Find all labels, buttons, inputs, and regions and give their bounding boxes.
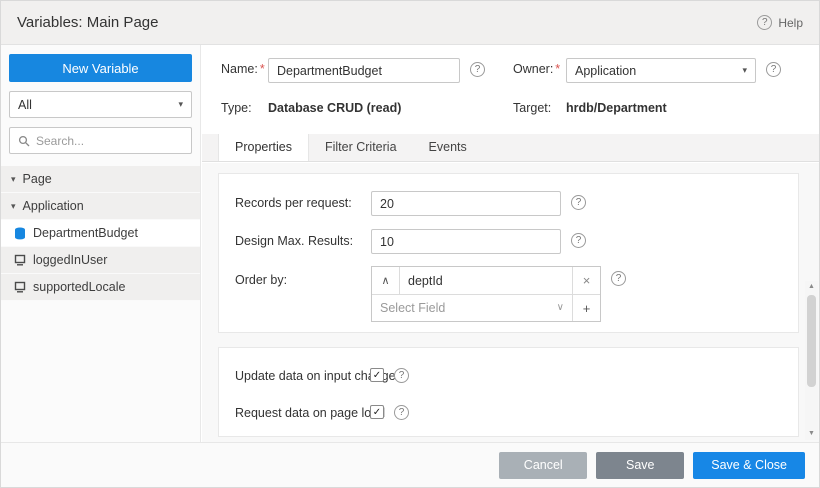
caret-down-icon: ▾: [742, 65, 747, 75]
tab-events[interactable]: Events: [413, 134, 483, 161]
variables-dialog: Variables: Main Page ? Help New Variable…: [0, 0, 820, 488]
variable-icon: [13, 281, 26, 293]
caret-down-icon: ▾: [11, 173, 16, 184]
move-up-button[interactable]: ∧: [372, 267, 400, 294]
tree-item-label: Application: [22, 199, 84, 213]
name-help-icon[interactable]: ?: [470, 62, 485, 77]
flags-card: Update data on input change ✓ ? Request …: [218, 347, 799, 437]
target-value: hrdb/Department: [566, 101, 667, 115]
tree-item-label: DepartmentBudget: [33, 226, 138, 240]
design-max-results-input[interactable]: [371, 229, 561, 254]
order-by-group: ∧ × Select Field ∨ +: [371, 266, 601, 322]
tree-item-label: loggedInUser: [33, 253, 108, 267]
dialog-footer: Cancel Save Save & Close: [1, 442, 819, 487]
help-link[interactable]: ? Help: [757, 15, 803, 30]
design-max-results-label: Design Max. Results:: [235, 234, 354, 248]
scroll-down-icon[interactable]: ▼: [805, 428, 818, 440]
records-per-request-label: Records per request:: [235, 196, 352, 210]
design-help-icon[interactable]: ?: [571, 233, 586, 248]
chevron-down-icon: ∨: [556, 302, 564, 313]
database-variable-icon: [13, 227, 26, 240]
help-label: Help: [778, 15, 803, 30]
variable-editor: Name:* ? Owner:* Application ▾ ? Type: D…: [202, 45, 819, 442]
help-question-icon: ?: [757, 15, 773, 30]
owner-help-icon[interactable]: ?: [766, 62, 781, 77]
target-label: Target:: [513, 101, 552, 115]
request-help-icon[interactable]: ?: [394, 405, 409, 420]
tab-properties[interactable]: Properties: [218, 134, 309, 161]
add-field-button[interactable]: +: [572, 295, 600, 321]
new-variable-button[interactable]: New Variable: [9, 54, 192, 82]
order-by-field-input[interactable]: [400, 267, 572, 294]
variable-filter-value: All: [18, 97, 32, 112]
plus-icon: +: [582, 300, 591, 316]
vertical-scrollbar[interactable]: ▲ ▼: [805, 281, 818, 440]
close-icon: ×: [582, 273, 591, 288]
caret-down-icon: ▾: [11, 200, 16, 211]
sidebar-item-departmentbudget[interactable]: DepartmentBudget: [1, 220, 200, 247]
type-value: Database CRUD (read): [268, 101, 402, 115]
caret-down-icon: ▾: [178, 99, 183, 109]
editor-tabs: Properties Filter Criteria Events: [202, 134, 819, 162]
select-field-placeholder: Select Field: [380, 301, 446, 315]
cancel-button[interactable]: Cancel: [499, 451, 588, 479]
sidebar-item-page[interactable]: ▾ Page: [1, 166, 200, 193]
order-by-help-icon[interactable]: ?: [611, 271, 626, 286]
properties-tab-content: Records per request: ? Design Max. Resul…: [202, 163, 819, 442]
update-help-icon[interactable]: ?: [394, 368, 409, 383]
sidebar-item-application[interactable]: ▾ Application: [1, 193, 200, 220]
type-label: Type:: [221, 101, 252, 115]
check-icon: ✓: [372, 369, 382, 381]
owner-select-value: Application: [575, 63, 637, 78]
save-and-close-button[interactable]: Save & Close: [693, 451, 805, 479]
required-mark: *: [259, 62, 265, 76]
remove-field-button[interactable]: ×: [572, 267, 600, 294]
dialog-header: Variables: Main Page ? Help: [1, 1, 819, 45]
sidebar-item-supportedlocale[interactable]: supportedLocale: [1, 274, 200, 301]
variables-sidebar: New Variable All ▾ ▾ Page ▾ Application: [1, 45, 201, 442]
add-field-row: Select Field ∨ +: [372, 294, 600, 321]
order-by-label: Order by:: [235, 273, 288, 287]
scroll-up-icon[interactable]: ▲: [805, 281, 818, 293]
required-mark: *: [555, 62, 561, 76]
scrollbar-thumb[interactable]: [807, 295, 816, 387]
tree-item-label: Page: [22, 172, 52, 186]
update-on-input-change-checkbox[interactable]: ✓: [370, 368, 384, 382]
variable-filter-select[interactable]: All ▾: [9, 91, 192, 118]
page-title: Variables: Main Page: [17, 14, 159, 31]
request-on-page-load-label: Request data on page load: [235, 406, 386, 420]
sidebar-item-loggedinuser[interactable]: loggedInUser: [1, 247, 200, 274]
tab-filter-criteria[interactable]: Filter Criteria: [309, 134, 413, 161]
variables-tree: ▾ Page ▾ Application DepartmentBudget lo…: [1, 166, 200, 301]
order-by-row: ∧ ×: [372, 267, 600, 294]
tree-item-label: supportedLocale: [33, 280, 126, 294]
request-on-page-load-checkbox[interactable]: ✓: [370, 405, 384, 419]
records-per-request-input[interactable]: [371, 191, 561, 216]
name-input[interactable]: [268, 58, 460, 83]
select-field-dropdown[interactable]: Select Field ∨: [372, 295, 572, 321]
search-input[interactable]: [36, 133, 184, 148]
owner-label: Owner: *: [513, 62, 561, 76]
records-help-icon[interactable]: ?: [571, 195, 586, 210]
search-icon: [17, 135, 30, 147]
save-button[interactable]: Save: [596, 451, 685, 479]
variable-icon: [13, 254, 26, 266]
properties-card: Records per request: ? Design Max. Resul…: [218, 173, 799, 333]
name-label: Name: *: [221, 62, 265, 76]
owner-select[interactable]: Application ▾: [566, 58, 756, 83]
search-box: [9, 127, 192, 154]
check-icon: ✓: [372, 406, 382, 418]
chevron-up-icon: ∧: [381, 275, 390, 287]
